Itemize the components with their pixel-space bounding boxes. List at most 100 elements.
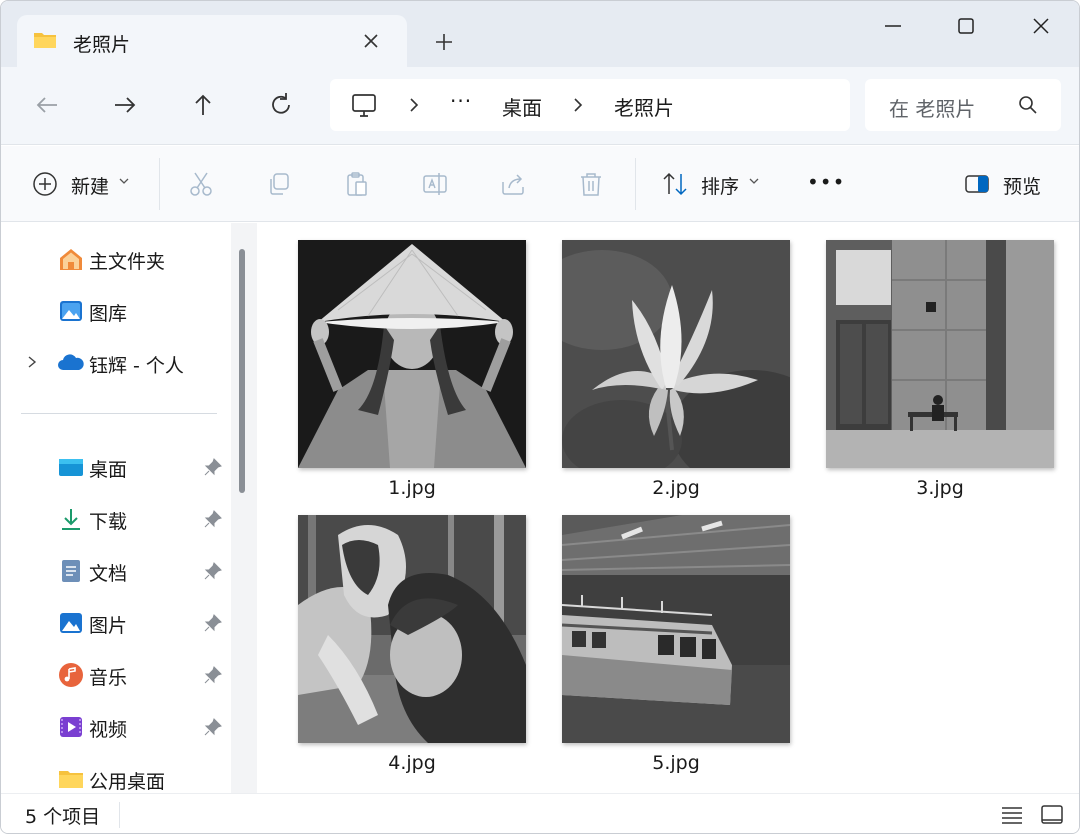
paste-icon[interactable] [343, 170, 371, 198]
pictures-icon [60, 613, 82, 633]
back-arrow-icon[interactable] [31, 89, 63, 121]
file-list-area: 1.jpg 2.jpg 3.jpg 4.jpg 5.jpg [257, 223, 1079, 793]
sidebar-item-label: 音乐 [89, 667, 128, 689]
sidebar-item-label: 主文件夹 [89, 251, 166, 273]
sidebar-item-label: 桌面 [89, 459, 128, 481]
sidebar-item-label: 图库 [89, 303, 128, 325]
navigation-bar: ··· 桌面 老照片 在 老照片 [1, 67, 1079, 145]
sidebar-item-label: 图片 [89, 615, 128, 637]
title-bar: 老照片 [1, 1, 1079, 67]
sidebar-item-label: 文档 [89, 563, 128, 585]
pin-icon[interactable] [203, 561, 223, 581]
file-thumbnail[interactable] [562, 240, 790, 468]
chevron-right-icon[interactable] [406, 95, 422, 115]
preview-label: 预览 [1003, 176, 1042, 198]
gallery-icon [60, 301, 82, 321]
chevron-right-icon[interactable] [570, 95, 586, 115]
tab-old-photos[interactable]: 老照片 [17, 15, 407, 67]
folder-icon [34, 33, 56, 48]
this-pc-icon[interactable] [350, 93, 378, 119]
chevron-down-icon [749, 178, 759, 184]
delete-icon[interactable] [577, 170, 605, 198]
divider [159, 158, 160, 210]
pin-icon[interactable] [203, 665, 223, 685]
file-thumbnail[interactable] [298, 515, 526, 743]
sidebar-item-documents[interactable]: 文档 [1, 549, 229, 593]
pin-icon[interactable] [203, 457, 223, 477]
close-tab-icon[interactable] [357, 27, 385, 55]
sidebar-scrollbar-thumb[interactable] [239, 249, 245, 493]
preview-pane-button[interactable]: 预览 [963, 170, 1053, 200]
search-box[interactable]: 在 老照片 [865, 79, 1061, 131]
sidebar-item-home[interactable]: 主文件夹 [1, 237, 229, 281]
file-name[interactable]: 5.jpg [562, 752, 790, 774]
file-explorer-window: 老照片 ··· 桌面 老照片 在 老照片 新建 排序 ••• 预览 主文件夹 图… [0, 0, 1080, 834]
pin-icon[interactable] [203, 613, 223, 633]
sidebar-item-label: 视频 [89, 719, 128, 741]
breadcrumb-desktop[interactable]: 桌面 [502, 92, 542, 121]
cut-icon[interactable] [187, 170, 215, 198]
close-window-icon[interactable] [1023, 11, 1059, 41]
photo-woman-dog [298, 515, 526, 743]
pin-icon[interactable] [203, 717, 223, 737]
details-view-icon[interactable] [999, 802, 1025, 828]
photo-woman-hat [298, 240, 526, 468]
rename-icon[interactable] [421, 170, 449, 198]
chevron-down-icon [119, 178, 129, 184]
sidebar-item-label: 公用桌面 [89, 771, 166, 793]
file-name[interactable]: 3.jpg [826, 477, 1054, 499]
search-icon [1019, 96, 1037, 114]
download-icon [62, 509, 80, 530]
home-icon [60, 249, 82, 270]
new-button[interactable]: 新建 [31, 170, 135, 200]
file-name[interactable]: 4.jpg [298, 752, 526, 774]
file-name[interactable]: 2.jpg [562, 477, 790, 499]
chevron-right-icon[interactable] [25, 353, 39, 371]
refresh-icon[interactable] [265, 89, 297, 121]
sidebar-item-videos[interactable]: 视频 [1, 705, 229, 749]
music-icon [59, 663, 83, 687]
sidebar-item-label: 钰辉 - 个人 [89, 355, 184, 377]
share-icon[interactable] [499, 170, 527, 198]
onedrive-cloud-icon [58, 354, 84, 370]
folder-icon [59, 771, 83, 788]
command-bar: 新建 排序 ••• 预览 [1, 146, 1079, 222]
up-arrow-icon[interactable] [187, 89, 219, 121]
sidebar-item-onedrive[interactable]: 钰辉 - 个人 [1, 341, 229, 385]
photo-lotus [562, 240, 790, 468]
navigation-pane: 主文件夹 图库 钰辉 - 个人 桌面 下载 文档 图片 音乐 视频 公用桌面 [1, 223, 257, 793]
more-options-button[interactable]: ••• [807, 170, 845, 200]
divider [635, 158, 636, 210]
photo-street-bench [826, 240, 1054, 468]
new-tab-icon[interactable] [429, 27, 459, 57]
plus-circle-icon [33, 172, 57, 196]
new-label: 新建 [71, 176, 110, 198]
search-placeholder: 在 老照片 [889, 97, 976, 121]
sort-button[interactable]: 排序 [661, 170, 765, 200]
file-thumbnail[interactable] [826, 240, 1054, 468]
sort-icon [663, 172, 687, 196]
pin-icon[interactable] [203, 509, 223, 529]
breadcrumb-overflow[interactable]: ··· [450, 89, 472, 113]
status-bar: 5 个项目 [1, 793, 1079, 833]
forward-arrow-icon[interactable] [109, 89, 141, 121]
maximize-icon[interactable] [948, 11, 984, 41]
breadcrumb-old-photos[interactable]: 老照片 [614, 92, 674, 121]
sidebar-item-pictures[interactable]: 图片 [1, 601, 229, 645]
sidebar-item-music[interactable]: 音乐 [1, 653, 229, 697]
sidebar-item-downloads[interactable]: 下载 [1, 497, 229, 541]
copy-icon[interactable] [265, 170, 293, 198]
photo-train [562, 515, 790, 743]
desktop-icon [59, 459, 83, 476]
file-thumbnail[interactable] [562, 515, 790, 743]
sidebar-item-gallery[interactable]: 图库 [1, 289, 229, 333]
minimize-icon[interactable] [875, 11, 911, 41]
tab-title: 老照片 [73, 34, 131, 56]
tiles-view-icon[interactable] [1039, 802, 1065, 828]
address-bar[interactable]: ··· 桌面 老照片 [330, 79, 850, 131]
sort-label: 排序 [701, 176, 740, 198]
file-thumbnail[interactable] [298, 240, 526, 468]
sidebar-item-desktop[interactable]: 桌面 [1, 445, 229, 489]
divider [119, 802, 120, 828]
file-name[interactable]: 1.jpg [298, 477, 526, 499]
